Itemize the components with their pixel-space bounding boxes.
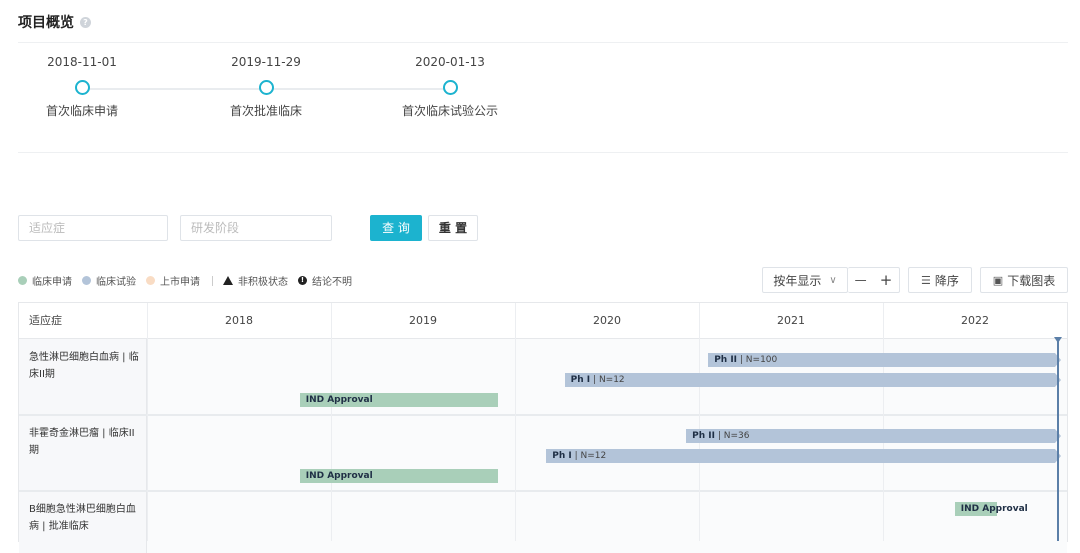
- legend-item-market-application: 上市申请: [146, 273, 200, 288]
- application-label: IND Approval: [960, 504, 1028, 514]
- timeline-year-header: 2021: [699, 303, 883, 339]
- timeline-year-gridline: [147, 303, 148, 541]
- milestone-first-trial-disclosure: 2020-01-13 首次临床试验公示: [380, 55, 520, 119]
- clinical-trial-bar[interactable]: Ph I | N=12: [546, 449, 1061, 463]
- trial-enrollment-label: N=12: [580, 451, 607, 461]
- timeline-header-indication: 适应症: [19, 303, 147, 339]
- milestone-timeline: 2018-11-01 首次临床申请 2019-11-29 首次批准临床 2020…: [0, 55, 600, 125]
- milestone-dot-icon: [74, 80, 90, 95]
- milestone-dot-icon: [258, 80, 274, 95]
- milestone-date: 2019-11-29: [231, 55, 301, 69]
- bar-separator: |: [714, 431, 724, 441]
- timeline-year-header: 2020: [515, 303, 699, 339]
- help-icon[interactable]: ?: [80, 16, 91, 28]
- ind-approval-bar[interactable]: IND Approval: [299, 469, 499, 483]
- clinical-trial-bar[interactable]: Ph I | N=12: [564, 373, 1062, 387]
- timeline-year-header: 2019: [331, 303, 515, 339]
- legend-item-inactive: 非积极状态: [223, 273, 288, 288]
- legend-item-clinical-application: 临床申请: [18, 273, 72, 288]
- legend-item-clinical-trial: 临床试验: [82, 273, 136, 288]
- milestone-first-application: 2018-11-01 首次临床申请: [12, 55, 152, 119]
- download-chart-button[interactable]: ▣ 下载图表: [980, 267, 1068, 293]
- legend-label: 临床试验: [96, 277, 136, 288]
- trial-enrollment-label: N=36: [723, 431, 750, 441]
- display-mode-select[interactable]: 按年显示 ∨: [762, 267, 848, 293]
- timeline-year-gridline: [699, 303, 700, 541]
- timeline-grid: 适应症 急性淋巴细胞白血病 | 临床II期 非霍奇金淋巴瘤 | 临床II期 B细胞急…: [18, 302, 1068, 553]
- application-label: IND Approval: [305, 471, 373, 481]
- legend: 临床申请 临床试验 上市申请 非积极状态 ! 结论不明: [18, 273, 362, 288]
- bar-separator: |: [590, 375, 599, 385]
- divider: [18, 152, 1068, 153]
- blue-circle-icon: [82, 276, 91, 285]
- milestone-label: 首次批准临床: [229, 104, 302, 118]
- sort-label: 降序: [934, 273, 959, 288]
- display-mode-label: 按年显示: [773, 273, 822, 288]
- timeline-row-label: B细胞急性淋巴细胞白血病 | 批准临床: [29, 504, 136, 532]
- timeline-year-header: 2018: [147, 303, 331, 339]
- chart-toolbar: 按年显示 ∨ — + ☰ 降序 ▣ 下载图表: [762, 267, 1068, 293]
- green-circle-icon: [18, 276, 27, 285]
- legend-label: 非积极状态: [238, 277, 288, 288]
- download-doc-icon: ▣: [992, 273, 1004, 287]
- legend-item-unclear: ! 结论不明: [298, 273, 352, 288]
- indication-input[interactable]: 适应症: [18, 215, 168, 241]
- bar-separator: |: [571, 451, 581, 461]
- zoom-in-button[interactable]: +: [880, 271, 893, 289]
- project-overview-header: 项目概览 ?: [18, 12, 91, 32]
- legend-label: 临床申请: [32, 277, 72, 288]
- milestone-date: 2020-01-13: [415, 55, 485, 69]
- trial-phase-label: Ph I: [552, 451, 572, 461]
- timeline-year-gridline: [331, 303, 332, 541]
- clinical-trial-bar[interactable]: Ph II | N=36: [686, 429, 1061, 443]
- orange-circle-icon: [146, 276, 155, 285]
- chevron-down-icon: ∨: [829, 274, 837, 286]
- phase-input[interactable]: 研发阶段: [180, 215, 332, 241]
- reset-button[interactable]: 重 置: [428, 215, 478, 241]
- today-marker-icon: [1054, 337, 1062, 343]
- timeline-year-gridline: [883, 303, 884, 541]
- trial-phase-label: Ph II: [692, 431, 715, 441]
- milestone-label: 首次临床申请: [45, 104, 118, 118]
- milestone-dot-icon: [442, 80, 458, 95]
- legend-label: 上市申请: [160, 277, 200, 288]
- bar-separator: |: [737, 355, 746, 365]
- timeline-row-background: [147, 491, 1067, 553]
- sort-list-icon: ☰: [921, 273, 931, 287]
- trial-enrollment-label: N=100: [745, 355, 778, 365]
- today-marker-line: [1057, 339, 1059, 541]
- timeline-row-label: 急性淋巴细胞白血病 | 临床II期: [29, 352, 139, 380]
- trial-phase-label: Ph I: [570, 375, 591, 385]
- divider: [18, 42, 1068, 43]
- download-label: 下载图表: [1007, 273, 1056, 288]
- trial-enrollment-label: N=12: [598, 375, 625, 385]
- milestone-label: 首次临床试验公示: [401, 104, 498, 118]
- ind-approval-bar[interactable]: IND Approval: [299, 393, 499, 407]
- timeline-row-divider: [19, 414, 1067, 416]
- milestone-date: 2018-11-01: [47, 55, 117, 69]
- timeline-year-gridline: [515, 303, 516, 541]
- filter-bar: 适应症 研发阶段 查 询 重 置: [18, 215, 478, 241]
- legend-divider: [212, 275, 213, 286]
- ind-approval-bar[interactable]: IND Approval: [954, 502, 1028, 516]
- application-label: IND Approval: [305, 395, 373, 405]
- clinical-trial-bar[interactable]: Ph II | N=100: [708, 353, 1061, 367]
- timeline-row-label: 非霍奇金淋巴瘤 | 临床II期: [29, 428, 135, 456]
- milestone-first-approval: 2019-11-29 首次批准临床: [196, 55, 336, 119]
- page-title: 项目概览: [18, 15, 74, 31]
- timeline-year-header: 2022: [883, 303, 1067, 339]
- query-button[interactable]: 查 询: [370, 215, 422, 241]
- trial-phase-label: Ph II: [714, 355, 738, 365]
- sort-button[interactable]: ☰ 降序: [908, 267, 972, 293]
- exclamation-icon: !: [298, 276, 307, 285]
- legend-label: 结论不明: [312, 277, 352, 288]
- zoom-controls: — +: [848, 267, 900, 293]
- timeline-row-divider: [19, 490, 1067, 492]
- zoom-out-button[interactable]: —: [855, 273, 867, 287]
- triangle-icon: [223, 276, 233, 285]
